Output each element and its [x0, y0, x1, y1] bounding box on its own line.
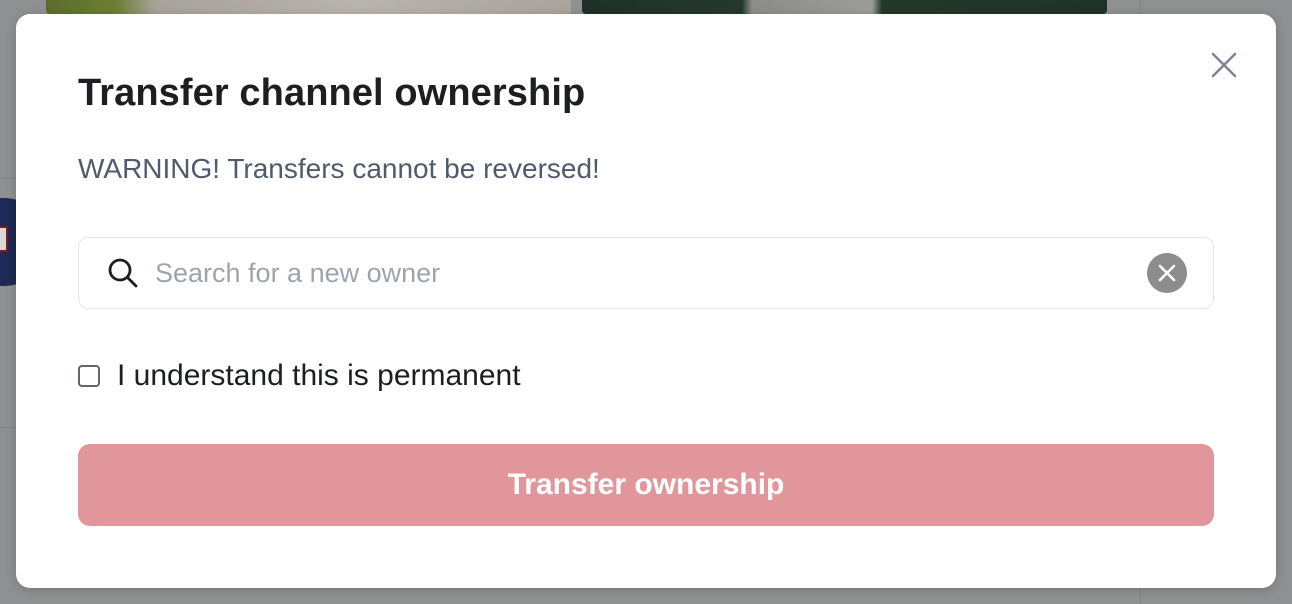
close-icon	[1211, 52, 1237, 78]
transfer-ownership-button[interactable]: Transfer ownership	[78, 444, 1214, 526]
background-thumbnail	[582, 0, 1107, 14]
owner-search-input[interactable]	[155, 248, 1135, 298]
warning-text: WARNING! Transfers cannot be reversed!	[78, 153, 600, 184]
close-button[interactable]	[1210, 51, 1238, 79]
clear-search-button[interactable]	[1147, 253, 1187, 293]
search-icon	[108, 258, 138, 288]
background-thumbnail	[46, 0, 571, 14]
modal-title: Transfer channel ownership	[78, 72, 586, 114]
permanent-checkbox[interactable]	[78, 365, 100, 387]
transfer-ownership-modal: Transfer channel ownership WARNING! Tran…	[16, 14, 1276, 588]
background-divider	[0, 427, 16, 428]
permanent-checkbox-label: I understand this is permanent	[117, 359, 521, 392]
permanent-confirmation[interactable]: I understand this is permanent	[78, 356, 521, 396]
clear-icon	[1158, 264, 1176, 282]
owner-search-box	[78, 237, 1214, 309]
background-divider	[0, 178, 16, 179]
